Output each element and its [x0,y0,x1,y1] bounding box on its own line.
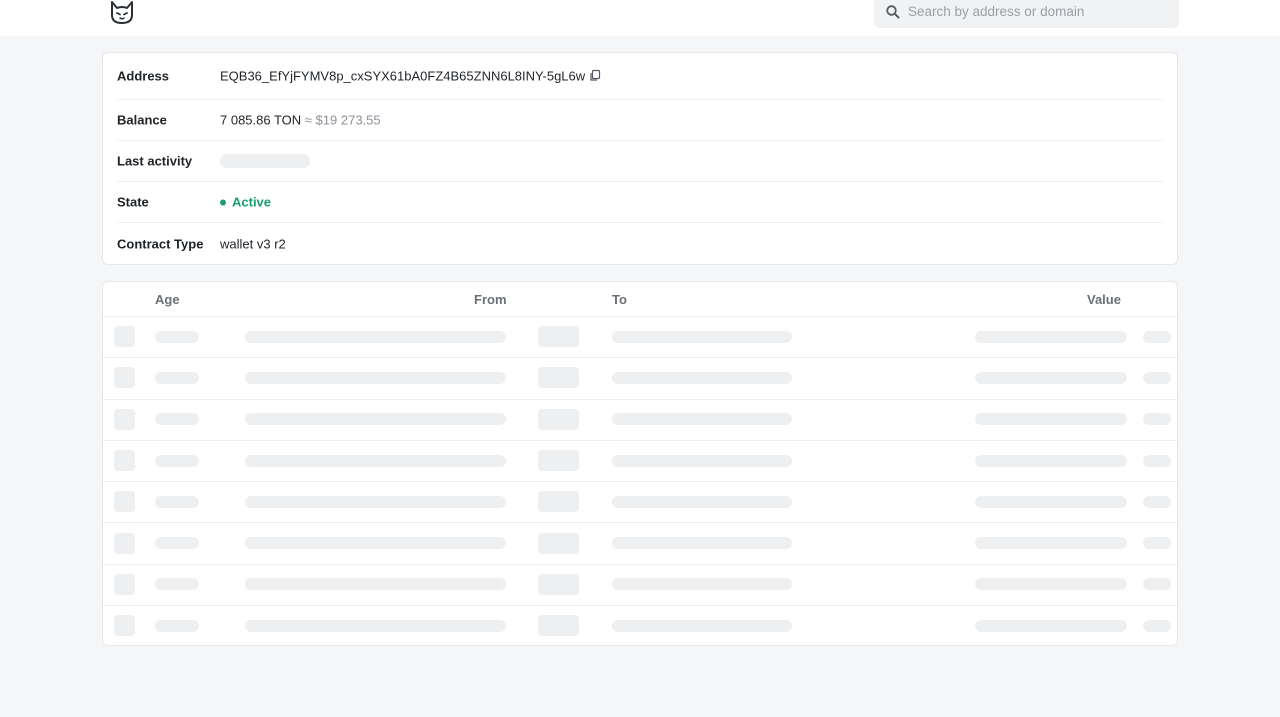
age-skeleton [155,495,199,508]
from-skeleton [245,371,506,384]
balance-ton: 7 085.86 TON [220,112,302,127]
value-skeleton [975,371,1127,384]
age-skeleton [155,330,199,343]
row-icon-skeleton [114,491,135,513]
to-skeleton [612,454,792,467]
search-input[interactable] [908,0,1168,22]
row-icon-skeleton [114,532,135,554]
from-skeleton [245,537,506,550]
action-skeleton [1143,371,1171,384]
value-skeleton [975,619,1127,632]
to-skeleton [612,330,792,343]
address-row: Address EQB36_EfYjFYMV8p_cxSYX61bA0FZ4B6… [117,53,1163,100]
search-icon [885,4,901,20]
table-header: Age From To Value [103,282,1177,317]
row-icon-skeleton [114,450,135,472]
from-skeleton [245,619,506,632]
value-skeleton [975,578,1127,591]
status-dot-icon [220,199,226,205]
contract-type-row: Contract Type wallet v3 r2 [117,223,1163,264]
table-row[interactable] [103,481,1177,524]
balance-usd: ≈ $19 273.55 [304,112,381,127]
from-skeleton [245,495,506,508]
column-to: To [612,292,627,307]
cat-logo-icon[interactable] [108,0,136,26]
search-box[interactable] [874,0,1179,28]
last-activity-label: Last activity [117,153,193,168]
direction-skeleton [538,326,579,348]
to-skeleton [612,537,792,550]
to-skeleton [612,371,792,384]
value-skeleton [975,495,1127,508]
value-skeleton [975,537,1127,550]
last-activity-skeleton [220,153,310,168]
age-skeleton [155,537,199,550]
value-skeleton [975,413,1127,426]
contract-type-label: Contract Type [117,236,204,251]
balance-value: 7 085.86 TON ≈ $19 273.55 [220,112,381,127]
from-skeleton [245,578,506,591]
from-skeleton [245,413,506,426]
to-skeleton [612,619,792,632]
age-skeleton [155,578,199,591]
direction-skeleton [538,450,579,472]
column-age: Age [155,292,180,307]
last-activity-row: Last activity [117,140,1163,182]
table-row[interactable] [103,399,1177,441]
direction-skeleton [538,367,579,389]
action-skeleton [1143,413,1171,426]
to-skeleton [612,495,792,508]
age-skeleton [155,619,199,632]
address-value: EQB36_EfYjFYMV8p_cxSYX61bA0FZ4B65ZNN6L8I… [220,69,601,84]
state-label: State [117,194,149,209]
address-text[interactable]: EQB36_EfYjFYMV8p_cxSYX61bA0FZ4B65ZNN6L8I… [220,69,585,84]
direction-skeleton [538,615,579,637]
value-skeleton [975,330,1127,343]
copy-icon[interactable] [589,69,601,82]
direction-skeleton [538,491,579,513]
action-skeleton [1143,330,1171,343]
balance-row: Balance 7 085.86 TON ≈ $19 273.55 [117,99,1163,141]
table-row[interactable] [103,316,1177,359]
contract-type-value: wallet v3 r2 [220,236,286,251]
value-skeleton [975,454,1127,467]
direction-skeleton [538,408,579,430]
table-row[interactable] [103,605,1177,646]
to-skeleton [612,413,792,426]
direction-skeleton [538,532,579,554]
table-row[interactable] [103,357,1177,400]
from-skeleton [245,330,506,343]
column-value: Value [1087,292,1121,307]
direction-skeleton [538,573,579,595]
state-row: State Active [117,181,1163,223]
row-icon-skeleton [114,326,135,348]
column-from: From [474,292,507,307]
to-skeleton [612,578,792,591]
action-skeleton [1143,537,1171,550]
address-info-card: Address EQB36_EfYjFYMV8p_cxSYX61bA0FZ4B6… [102,52,1178,265]
table-row[interactable] [103,523,1177,565]
row-icon-skeleton [114,573,135,595]
balance-label: Balance [117,112,167,127]
table-row[interactable] [103,564,1177,607]
state-value: Active [232,194,272,209]
action-skeleton [1143,495,1171,508]
table-row[interactable] [103,440,1177,483]
top-bar [0,0,1280,36]
state-badge: Active [220,194,271,209]
age-skeleton [155,454,199,467]
action-skeleton [1143,578,1171,591]
action-skeleton [1143,619,1171,632]
row-icon-skeleton [114,615,135,637]
row-icon-skeleton [114,367,135,389]
row-icon-skeleton [114,408,135,430]
address-label: Address [117,68,170,84]
action-skeleton [1143,454,1171,467]
age-skeleton [155,371,199,384]
from-skeleton [245,454,506,467]
age-skeleton [155,413,199,426]
transactions-table: Age From To Value [102,281,1178,646]
